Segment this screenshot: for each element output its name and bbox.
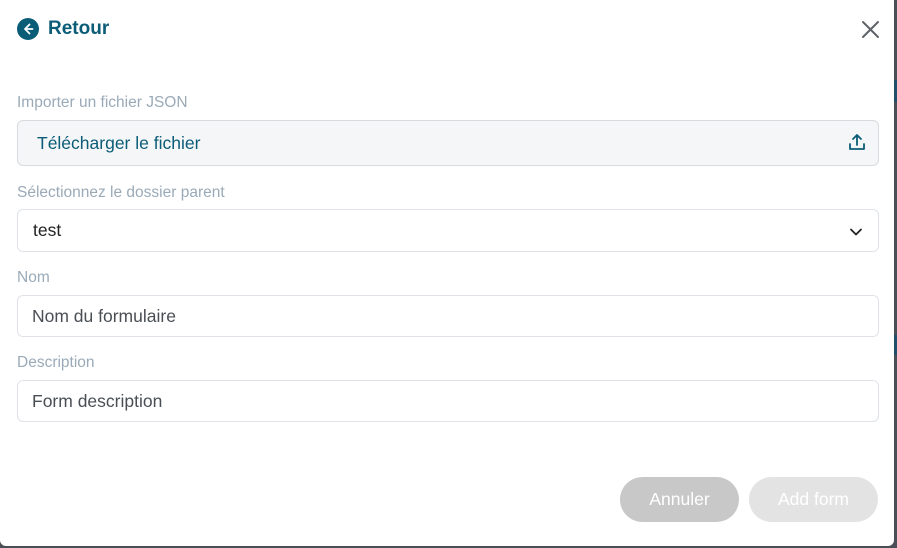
description-label: Description — [17, 354, 95, 371]
name-field-box — [17, 295, 879, 337]
add-form-button[interactable]: Add form — [749, 477, 878, 522]
description-input[interactable] — [18, 381, 878, 421]
import-json-label: Importer un fichier JSON — [17, 94, 188, 111]
upload-file-text: Télécharger le fichier — [37, 132, 201, 153]
close-icon[interactable] — [860, 19, 881, 40]
upload-icon — [849, 134, 865, 150]
arrow-left-circle-icon — [17, 18, 39, 40]
back-label: Retour — [48, 18, 110, 39]
add-form-dialog: Retour Importer un fichier JSON Téléchar… — [0, 0, 894, 546]
parent-folder-select[interactable]: test — [17, 209, 879, 252]
name-label: Nom — [17, 269, 50, 286]
upload-file-button[interactable]: Télécharger le fichier — [17, 120, 879, 166]
parent-folder-label: Sélectionnez le dossier parent — [17, 184, 225, 201]
description-field-box — [17, 380, 879, 422]
parent-folder-value: test — [33, 220, 62, 240]
chevron-down-icon — [850, 228, 862, 236]
name-input[interactable] — [18, 296, 878, 336]
back-button[interactable]: Retour — [17, 18, 109, 40]
cancel-button[interactable]: Annuler — [620, 477, 739, 522]
